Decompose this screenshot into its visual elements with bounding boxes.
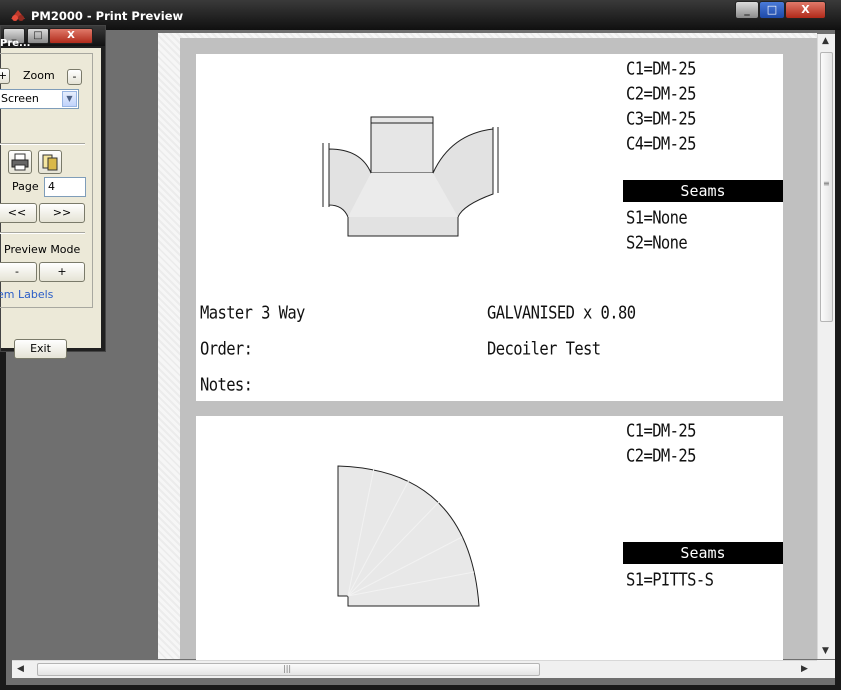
next-page-button[interactable]: >> [39,203,85,223]
maximize-button[interactable]: □ [759,1,785,19]
print-button[interactable] [8,150,32,174]
print-setup-button[interactable] [38,150,62,174]
print-preview-window: PM2000 - Print Preview _ □ X C1=DM-25 C2… [0,0,841,690]
element-labels-link[interactable]: em Labels [0,288,53,301]
connector-label: C2=DM-25 [626,446,696,467]
close-button[interactable]: X [785,1,826,19]
order-label: Order: [200,339,253,360]
notes-label: Notes: [200,375,253,396]
connector-label: C1=DM-25 [626,421,696,442]
material-label: GALVANISED x 0.80 [487,303,636,324]
preview-page-2: C1=DM-25 C2=DM-25 Seams S1=PITTS-S [196,416,783,666]
panel-close-button[interactable]: X [49,28,93,44]
order-value: Decoiler Test [487,339,601,360]
seams-header: Seams [623,542,783,564]
grip-icon: ≡ [823,179,830,188]
zoom-in-button[interactable]: + [0,68,10,84]
connector-label: C4=DM-25 [626,134,696,155]
zoom-select-value: Screen [1,92,39,105]
seam-label: S1=None [626,208,688,229]
connector-label: C3=DM-25 [626,109,696,130]
minimize-button[interactable]: _ [735,1,759,19]
elbow-fitting-drawing [337,465,480,607]
connector-label: C1=DM-25 [626,59,696,80]
preview-canvas[interactable]: C1=DM-25 C2=DM-25 C3=DM-25 C4=DM-25 Seam… [6,30,835,685]
title-bar[interactable]: PM2000 - Print Preview _ □ X [0,0,841,30]
chevron-down-icon[interactable]: ▼ [62,91,77,107]
vertical-scrollbar[interactable]: ▲ ≡ ▼ [817,34,835,659]
window-title: PM2000 - Print Preview [31,9,184,23]
preview-mode-plus-button[interactable]: + [39,262,85,282]
seams-header: Seams [623,180,783,202]
scroll-right-icon[interactable]: ▶ [801,664,808,674]
exit-button[interactable]: Exit [14,339,67,359]
item-name: Master 3 Way [200,303,305,324]
app-icon [11,10,25,21]
connector-label: C2=DM-25 [626,84,696,105]
horizontal-scroll-thumb[interactable]: ||| [37,663,540,676]
preview-mode-label: Preview Mode [4,243,81,256]
scrollbar-corner [817,660,835,678]
zoom-out-button[interactable]: - [67,69,82,85]
zoom-label: Zoom [23,69,55,82]
printer-icon [11,153,29,171]
previous-page-button[interactable]: << [0,203,37,223]
zoom-select[interactable]: Screen ▼ [0,89,79,109]
scroll-up-icon[interactable]: ▲ [822,36,829,46]
scroll-left-icon[interactable]: ◀ [17,664,24,674]
three-way-fitting-drawing [322,116,499,237]
preview-mode-minus-button[interactable]: - [0,262,37,282]
seam-label: S1=PITTS-S [626,570,714,591]
panel-body: + Zoom - Screen ▼ Page 4 << >> Preview M… [0,48,101,359]
horizontal-scrollbar[interactable]: ◀ ||| ▶ [12,660,817,678]
preview-control-panel: _ □ X Pre... + Zoom - Screen ▼ Page 4 <<… [0,25,106,359]
preview-page-1: C1=DM-25 C2=DM-25 C3=DM-25 C4=DM-25 Seam… [196,54,783,401]
seam-label: S2=None [626,233,688,254]
page-number-field[interactable]: 4 [44,177,86,197]
divider [0,232,85,234]
page-label: Page [12,180,39,193]
vertical-scroll-thumb[interactable]: ≡ [820,52,833,322]
print-setup-icon [42,154,58,171]
grip-icon: ||| [283,664,292,673]
divider [0,143,85,145]
scroll-down-icon[interactable]: ▼ [822,646,829,656]
